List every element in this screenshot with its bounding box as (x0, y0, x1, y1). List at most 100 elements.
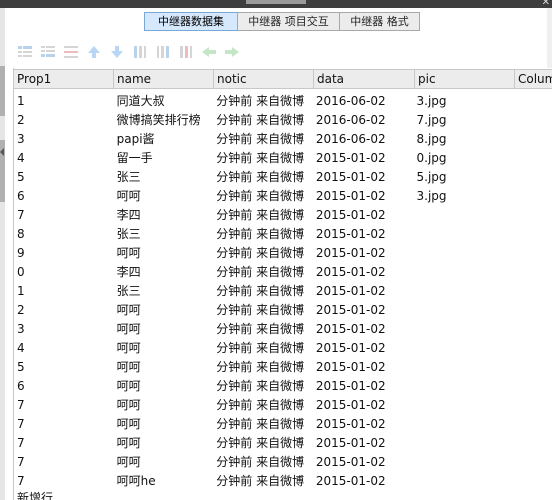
cell-notic[interactable]: 分钟前 来自微博 (213, 415, 313, 434)
tab-repeater-interaction[interactable]: 中继器 项目交互 (237, 12, 340, 31)
cell-prop1[interactable]: 7 (14, 396, 114, 415)
cell-column[interactable] (513, 358, 552, 377)
cell-notic[interactable]: 分钟前 来自微博 (213, 263, 313, 282)
table-row[interactable]: 6 呵呵 分钟前 来自微博 2015-01-02 3.jpg (14, 187, 552, 206)
cell-prop1[interactable]: 3 (14, 130, 114, 149)
cell-pic[interactable] (414, 339, 514, 358)
cell-prop1[interactable]: 7 (14, 453, 114, 472)
cell-prop1[interactable]: 5 (14, 358, 114, 377)
cell-notic[interactable]: 分钟前 来自微博 (213, 92, 313, 111)
cell-pic[interactable] (414, 472, 514, 491)
cell-data[interactable]: 2015-01-02 (313, 415, 414, 434)
cell-notic[interactable]: 分钟前 来自微博 (213, 301, 313, 320)
cell-pic[interactable]: 3.jpg (414, 187, 514, 206)
collapse-arrow-icon[interactable] (0, 148, 4, 156)
cell-prop1[interactable]: 9 (14, 244, 114, 263)
cell-prop1[interactable]: 4 (14, 339, 114, 358)
cell-pic[interactable] (414, 225, 514, 244)
add-column-left-icon[interactable] (131, 44, 149, 60)
cell-notic[interactable]: 分钟前 来自微博 (213, 377, 313, 396)
table-row[interactable]: 4 留一手 分钟前 来自微博 2015-01-02 0.jpg (14, 149, 552, 168)
cell-column[interactable] (513, 130, 552, 149)
cell-data[interactable]: 2015-01-02 (313, 187, 414, 206)
cell-notic[interactable]: 分钟前 来自微博 (213, 149, 313, 168)
cell-pic[interactable]: 5.jpg (414, 168, 514, 187)
table-row[interactable]: 1 同道大叔 分钟前 来自微博 2016-06-02 3.jpg (14, 92, 552, 111)
table-row[interactable]: 7 呵呵he 分钟前 来自微博 2015-01-02 (14, 472, 552, 491)
column-header-prop1[interactable]: Prop1 (14, 70, 114, 88)
table-row[interactable]: 7 李四 分钟前 来自微博 2015-01-02 (14, 206, 552, 225)
cell-name[interactable]: 李四 (114, 206, 214, 225)
cell-pic[interactable]: 3.jpg (414, 92, 514, 111)
table-row[interactable]: 7 呵呵 分钟前 来自微博 2015-01-02 (14, 453, 552, 472)
cell-column[interactable] (513, 434, 552, 453)
column-header-data[interactable]: data (314, 70, 415, 88)
move-right-icon[interactable] (223, 44, 241, 60)
cell-data[interactable]: 2015-01-02 (313, 263, 414, 282)
cell-name[interactable]: 呵呵 (114, 453, 214, 472)
cell-prop1[interactable]: 1 (14, 282, 114, 301)
cell-notic[interactable]: 分钟前 来自微博 (213, 130, 313, 149)
cell-pic[interactable] (414, 377, 514, 396)
cell-column[interactable] (513, 111, 552, 130)
cell-pic[interactable]: 8.jpg (414, 130, 514, 149)
tab-repeater-style[interactable]: 中继器 格式 (339, 12, 420, 31)
cell-data[interactable]: 2015-01-02 (313, 339, 414, 358)
cell-column[interactable] (513, 168, 552, 187)
cell-name[interactable]: 呵呵 (114, 415, 214, 434)
cell-data[interactable]: 2015-01-02 (313, 225, 414, 244)
cell-name[interactable]: 张三 (114, 168, 214, 187)
cell-pic[interactable] (414, 320, 514, 339)
cell-data[interactable]: 2015-01-02 (313, 396, 414, 415)
cell-notic[interactable]: 分钟前 来自微博 (213, 396, 313, 415)
cell-prop1[interactable]: 8 (14, 225, 114, 244)
cell-pic[interactable] (414, 358, 514, 377)
cell-pic[interactable] (414, 434, 514, 453)
cell-column[interactable] (513, 377, 552, 396)
table-row[interactable]: 6 呵呵 分钟前 来自微博 2015-01-02 (14, 377, 552, 396)
add-row-below-icon[interactable] (39, 44, 57, 60)
cell-data[interactable]: 2015-01-02 (313, 168, 414, 187)
cell-notic[interactable]: 分钟前 来自微博 (213, 434, 313, 453)
cell-name[interactable]: 李四 (114, 263, 214, 282)
move-down-icon[interactable] (108, 44, 126, 60)
cell-column[interactable] (513, 472, 552, 491)
cell-column[interactable] (513, 225, 552, 244)
cell-pic[interactable] (414, 244, 514, 263)
new-row-placeholder[interactable]: 新增行 (17, 489, 53, 500)
table-row[interactable]: 2 微博搞笑排行榜 分钟前 来自微博 2016-06-02 7.jpg (14, 111, 552, 130)
cell-notic[interactable]: 分钟前 来自微博 (213, 339, 313, 358)
cell-pic[interactable] (414, 263, 514, 282)
cell-name[interactable]: papi酱 (114, 130, 214, 149)
cell-notic[interactable]: 分钟前 来自微博 (213, 358, 313, 377)
cell-data[interactable]: 2015-01-02 (313, 301, 414, 320)
table-row[interactable]: 7 呵呵 分钟前 来自微博 2015-01-02 (14, 434, 552, 453)
cell-column[interactable] (513, 453, 552, 472)
column-header-name[interactable]: name (114, 70, 214, 88)
column-header-notic[interactable]: notic (214, 70, 314, 88)
table-row[interactable]: 1 张三 分钟前 来自微博 2015-01-02 (14, 282, 552, 301)
cell-column[interactable] (513, 282, 552, 301)
cell-notic[interactable]: 分钟前 来自微博 (213, 244, 313, 263)
cell-column[interactable] (513, 187, 552, 206)
cell-pic[interactable] (414, 206, 514, 225)
cell-name[interactable]: 呵呵 (114, 320, 214, 339)
cell-pic[interactable] (414, 415, 514, 434)
cell-notic[interactable]: 分钟前 来自微博 (213, 282, 313, 301)
tab-repeater-dataset[interactable]: 中继器数据集 (144, 12, 238, 31)
cell-name[interactable]: 呵呵 (114, 358, 214, 377)
add-column-right-icon[interactable] (154, 44, 172, 60)
table-row[interactable]: 8 张三 分钟前 来自微博 2015-01-02 (14, 225, 552, 244)
cell-notic[interactable]: 分钟前 来自微博 (213, 472, 313, 491)
cell-name[interactable]: 同道大叔 (114, 92, 214, 111)
cell-name[interactable]: 张三 (114, 282, 214, 301)
cell-notic[interactable]: 分钟前 来自微博 (213, 187, 313, 206)
table-row[interactable]: 2 呵呵 分钟前 来自微博 2015-01-02 (14, 301, 552, 320)
cell-name[interactable]: 呵呵 (114, 339, 214, 358)
add-row-above-icon[interactable] (16, 44, 34, 60)
cell-name[interactable]: 呵呵 (114, 377, 214, 396)
cell-notic[interactable]: 分钟前 来自微博 (213, 111, 313, 130)
cell-data[interactable]: 2015-01-02 (313, 206, 414, 225)
cell-column[interactable] (513, 263, 552, 282)
cell-prop1[interactable]: 2 (14, 301, 114, 320)
